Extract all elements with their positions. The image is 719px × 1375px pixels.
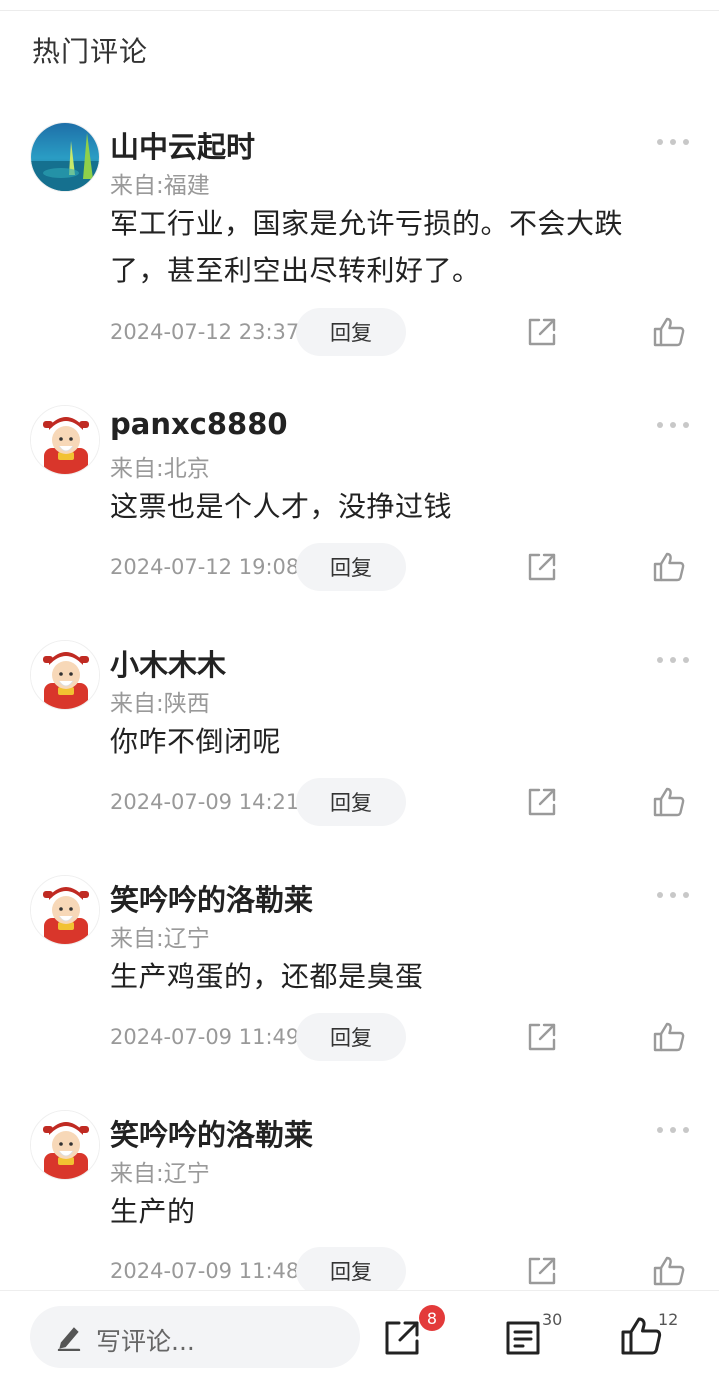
comment-text: 生产鸡蛋的，还都是臭蛋 [110,960,424,993]
location-label: 来自:北京 [110,456,210,482]
username[interactable]: 山中云起时 [110,124,255,166]
more-dots-icon[interactable] [657,889,689,901]
comment-text: 你咋不倒闭呢 [110,725,282,758]
share-icon[interactable] [526,551,558,583]
comment-text: 军工行业，国家是允许亏损的。不会大跌了，甚至利空出尽转利好了。 [110,207,624,287]
comments-count: 30 [542,1310,563,1329]
reply-button[interactable]: 回复 [296,1247,406,1290]
share-icon[interactable] [526,316,558,348]
write-comment-placeholder: 写评论... [96,1327,195,1356]
username[interactable]: 笑吟吟的洛勒莱 [110,877,313,919]
thumbs-up-icon[interactable] [652,1021,686,1053]
username[interactable]: 小木木木 [110,642,226,684]
avatar[interactable] [30,1110,100,1180]
avatar[interactable] [30,640,100,710]
comment-actions: 2024-07-09 11:48 回复 [110,1247,710,1290]
reply-button[interactable]: 回复 [296,543,406,591]
avatar[interactable] [30,405,100,475]
likes-count: 12 [658,1310,679,1329]
thumbs-up-icon[interactable] [652,786,686,818]
timestamp: 2024-07-09 11:48 [110,1259,300,1283]
location-label: 来自:陕西 [110,691,210,717]
timestamp: 2024-07-12 23:37 [110,320,300,344]
location-label: 来自:辽宁 [110,926,210,952]
comment-actions: 2024-07-12 23:37 回复 [110,308,710,356]
thumbs-up-icon[interactable] [652,316,686,348]
more-dots-icon[interactable] [657,419,689,431]
share-icon[interactable] [526,1255,558,1287]
share-icon[interactable] [382,1318,422,1358]
comment-text: 这票也是个人才，没挣过钱 [110,490,453,523]
more-dots-icon[interactable] [657,654,689,666]
comment-actions: 2024-07-12 19:08 回复 [110,543,710,591]
comment-actions: 2024-07-09 14:21 回复 [110,778,710,826]
thumbs-up-icon[interactable] [620,1316,662,1356]
bottom-action-bar: 写评论... [0,1290,719,1375]
comment-list: 山中云起时 来自:福建 军工行业，国家是允许亏损的。不会大跌了，甚至利空出尽转利… [0,0,719,1290]
more-dots-icon[interactable] [657,136,689,148]
username[interactable]: 笑吟吟的洛勒莱 [110,1112,313,1154]
write-comment-input[interactable]: 写评论... [30,1306,360,1368]
timestamp: 2024-07-12 19:08 [110,555,300,579]
comment-text: 生产的 [110,1195,196,1228]
share-icon[interactable] [526,1021,558,1053]
reply-button[interactable]: 回复 [296,1013,406,1061]
share-count-badge: 8 [419,1305,445,1331]
location-label: 来自:辽宁 [110,1161,210,1187]
location-label: 来自:福建 [110,173,210,199]
username[interactable]: panxc8880 [110,407,288,441]
thumbs-up-icon[interactable] [652,1255,686,1287]
comments-list-icon[interactable] [503,1318,543,1358]
timestamp: 2024-07-09 14:21 [110,790,300,814]
avatar[interactable] [30,122,100,192]
more-dots-icon[interactable] [657,1124,689,1136]
thumbs-up-icon[interactable] [652,551,686,583]
share-icon[interactable] [526,786,558,818]
reply-button[interactable]: 回复 [296,778,406,826]
comment-actions: 2024-07-09 11:49 回复 [110,1013,710,1061]
avatar[interactable] [30,875,100,945]
timestamp: 2024-07-09 11:49 [110,1025,300,1049]
pen-icon [57,1327,81,1351]
reply-button[interactable]: 回复 [296,308,406,356]
